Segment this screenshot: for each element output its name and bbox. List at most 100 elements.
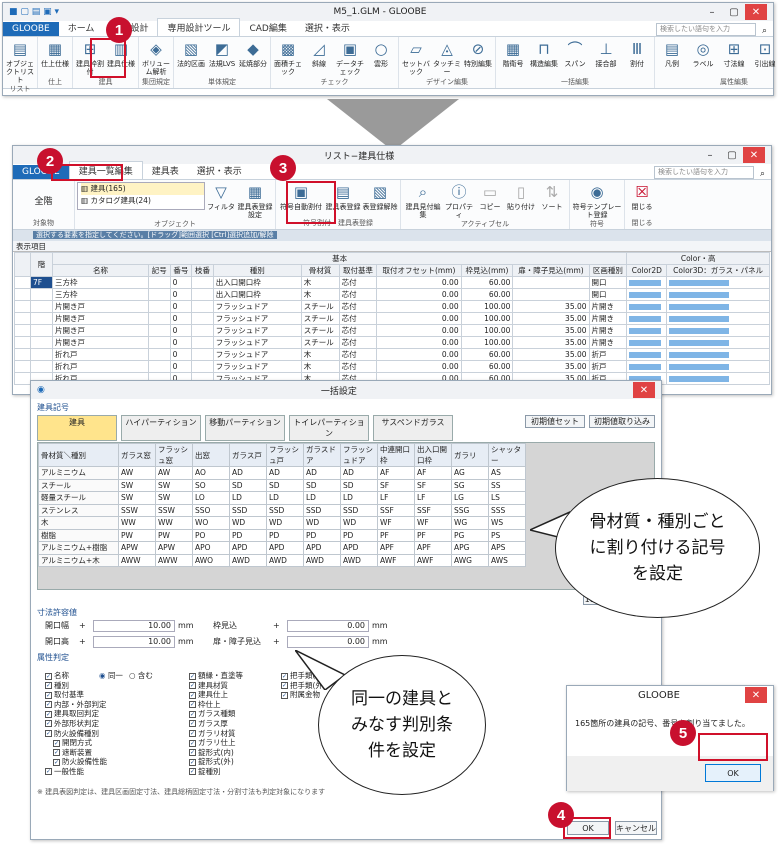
matrix-cell[interactable]: PS bbox=[488, 528, 526, 542]
table-cell[interactable]: 0.00 bbox=[376, 276, 462, 289]
table-cell[interactable]: 片開き bbox=[588, 312, 628, 325]
table-row[interactable]: 折れ戸 0 フラッシュドア木芯付 0.00 60.00 35.00 折戸 bbox=[14, 360, 770, 373]
table-cell[interactable] bbox=[191, 276, 214, 289]
dimension-button[interactable]: ⊞ 寸法線 bbox=[719, 39, 749, 77]
init-set-button[interactable]: 初期値セット bbox=[525, 415, 585, 428]
matrix-cell[interactable]: SSF bbox=[377, 503, 415, 517]
tab-fitting-table[interactable]: 建具表 bbox=[143, 162, 188, 179]
table-cell[interactable]: スチール bbox=[300, 336, 340, 349]
tab-cad[interactable]: CAD編集 bbox=[240, 19, 295, 36]
table-cell[interactable]: 片開き bbox=[588, 336, 628, 349]
matrix-cell[interactable]: PW bbox=[155, 528, 193, 542]
row-header[interactable] bbox=[14, 336, 31, 349]
table-cell[interactable]: 7F bbox=[30, 276, 53, 289]
attr-check-item[interactable]: ✓ 外部形状判定 bbox=[45, 719, 175, 729]
checkbox-checked[interactable]: ✓ bbox=[189, 720, 196, 728]
matrix-cell[interactable]: AF bbox=[414, 466, 452, 480]
checkbox-checked[interactable]: ✓ bbox=[189, 739, 196, 747]
touchme-button[interactable]: ◬ タッチミー bbox=[432, 39, 462, 77]
matrix-cell[interactable]: SO bbox=[192, 478, 230, 492]
matrix-cell[interactable]: LO bbox=[192, 491, 230, 505]
cat-tab-high-partition[interactable]: ハイパーティション bbox=[121, 415, 201, 441]
table-cell[interactable]: 0.00 bbox=[376, 336, 462, 349]
table-cell[interactable]: 0.00 bbox=[376, 288, 462, 301]
table-cell[interactable]: 折戸 bbox=[588, 348, 628, 361]
matrix-cell[interactable]: AG bbox=[451, 466, 489, 480]
matrix-cell[interactable]: PD bbox=[340, 528, 378, 542]
matrix-cell[interactable]: AS bbox=[488, 466, 526, 480]
table-row[interactable]: 三方枠 0 出入口開口枠木芯付 0.00 60.00 開口 bbox=[14, 288, 770, 301]
matrix-cell[interactable]: SD bbox=[229, 478, 267, 492]
attr-check-item[interactable]: ✓ 取付基準 bbox=[45, 690, 175, 700]
matrix-cell[interactable]: SD bbox=[266, 478, 304, 492]
list-minimize-button[interactable]: – bbox=[699, 147, 721, 163]
table-cell[interactable]: 0 bbox=[169, 360, 193, 373]
tol-input-2[interactable]: 0.00 bbox=[287, 620, 369, 632]
table-cell[interactable]: 35.00 bbox=[512, 324, 590, 337]
table-cell[interactable]: 35.00 bbox=[512, 348, 590, 361]
attr-check-item[interactable]: ✓ 防火設備種別 bbox=[45, 729, 175, 739]
cloud-button[interactable]: ○ 雲形 bbox=[366, 39, 396, 77]
color-3d-cell[interactable] bbox=[666, 288, 770, 301]
attr-check-item[interactable]: ✓ ガラリ仕上 bbox=[189, 738, 267, 748]
matrix-cell[interactable]: WG bbox=[451, 516, 489, 530]
checkbox-checked[interactable]: ✓ bbox=[189, 710, 196, 718]
matrix-cell[interactable]: PW bbox=[118, 528, 156, 542]
checkbox-checked[interactable]: ✓ bbox=[53, 739, 60, 747]
table-cell[interactable]: 60.00 bbox=[460, 276, 514, 289]
attr-check-item[interactable]: ✓ 額縁・直塗等 bbox=[189, 671, 267, 681]
table-cell[interactable]: スチール bbox=[300, 312, 340, 325]
assign-button[interactable]: Ⅲ 割付 bbox=[622, 39, 652, 77]
table-cell[interactable] bbox=[148, 312, 171, 325]
table-register-setting-button[interactable]: ▦ 建具表登録設定 bbox=[237, 182, 273, 220]
table-row[interactable]: 片開き戸 0 フラッシュドア スチール 芯付 0.00 100.00 35.00 片開き bbox=[14, 324, 770, 337]
checkbox-checked[interactable]: ✓ bbox=[281, 682, 288, 690]
color-2d-cell[interactable] bbox=[626, 288, 668, 301]
table-cell[interactable]: 100.00 bbox=[460, 324, 514, 337]
table-cell[interactable]: 0.00 bbox=[376, 312, 462, 325]
table-cell[interactable]: 芯付 bbox=[338, 288, 378, 301]
init-load-button[interactable]: 初期値取り込み bbox=[589, 415, 655, 428]
msgbox-close-button[interactable]: ✕ bbox=[745, 687, 767, 703]
table-cell[interactable]: 0 bbox=[169, 336, 193, 349]
special-edit-button[interactable]: ⊘ 特別編集 bbox=[463, 39, 493, 77]
color-2d-cell[interactable] bbox=[626, 276, 668, 289]
table-cell[interactable]: 片開き bbox=[588, 300, 628, 313]
table-cell[interactable] bbox=[191, 324, 214, 337]
matrix-cell[interactable]: APF bbox=[377, 541, 415, 555]
list-search-icon[interactable]: ⌕ bbox=[760, 169, 765, 179]
row-header[interactable] bbox=[14, 276, 31, 289]
matrix-cell[interactable]: LD bbox=[266, 491, 304, 505]
data-check-button[interactable]: ▣ データチェック bbox=[335, 39, 365, 77]
table-cell[interactable]: 60.00 bbox=[460, 288, 514, 301]
table-cell[interactable]: 片開き戸 bbox=[52, 300, 149, 313]
table-cell[interactable] bbox=[148, 348, 171, 361]
matrix-cell[interactable]: LS bbox=[488, 491, 526, 505]
matrix-cell[interactable]: AF bbox=[377, 466, 415, 480]
property-button[interactable]: ⓘ プロパティ bbox=[444, 182, 474, 220]
table-cell[interactable]: 60.00 bbox=[460, 360, 514, 373]
checkbox-checked[interactable]: ✓ bbox=[189, 672, 196, 680]
dialog-close-button[interactable]: ✕ bbox=[633, 382, 655, 398]
matrix-cell[interactable]: APD bbox=[340, 541, 378, 555]
checkbox-checked[interactable]: ✓ bbox=[53, 758, 60, 766]
structure-edit-button[interactable]: ⊓ 構造編集 bbox=[529, 39, 559, 77]
attr-check-item[interactable]: ✓ 建具仕上 bbox=[189, 690, 267, 700]
table-cell[interactable]: 100.00 bbox=[460, 312, 514, 325]
checkbox-checked[interactable]: ✓ bbox=[281, 691, 288, 699]
table-cell[interactable]: フラッシュドア bbox=[212, 300, 302, 313]
table-cell[interactable]: 片開き戸 bbox=[52, 312, 149, 325]
matrix-cell[interactable]: AD bbox=[229, 466, 267, 480]
color-2d-cell[interactable] bbox=[626, 324, 668, 337]
table-cell[interactable]: 片開き戸 bbox=[52, 324, 149, 337]
checkbox-checked[interactable]: ✓ bbox=[189, 691, 196, 699]
legal-lvs-button[interactable]: ◩ 法規LVS bbox=[207, 39, 237, 77]
table-row[interactable]: 片開き戸 0 フラッシュドア スチール 芯付 0.00 100.00 35.00 片開き bbox=[14, 300, 770, 313]
table-cell[interactable] bbox=[512, 288, 590, 301]
table-cell[interactable]: 0.00 bbox=[376, 300, 462, 313]
matrix-cell[interactable]: SW bbox=[155, 491, 193, 505]
table-cell[interactable] bbox=[191, 348, 214, 361]
floor-number-button[interactable]: ▦ 階衛号 bbox=[498, 39, 528, 77]
matrix-cell[interactable]: AW bbox=[118, 466, 156, 480]
all-floors-button[interactable]: 全階 bbox=[34, 194, 52, 207]
